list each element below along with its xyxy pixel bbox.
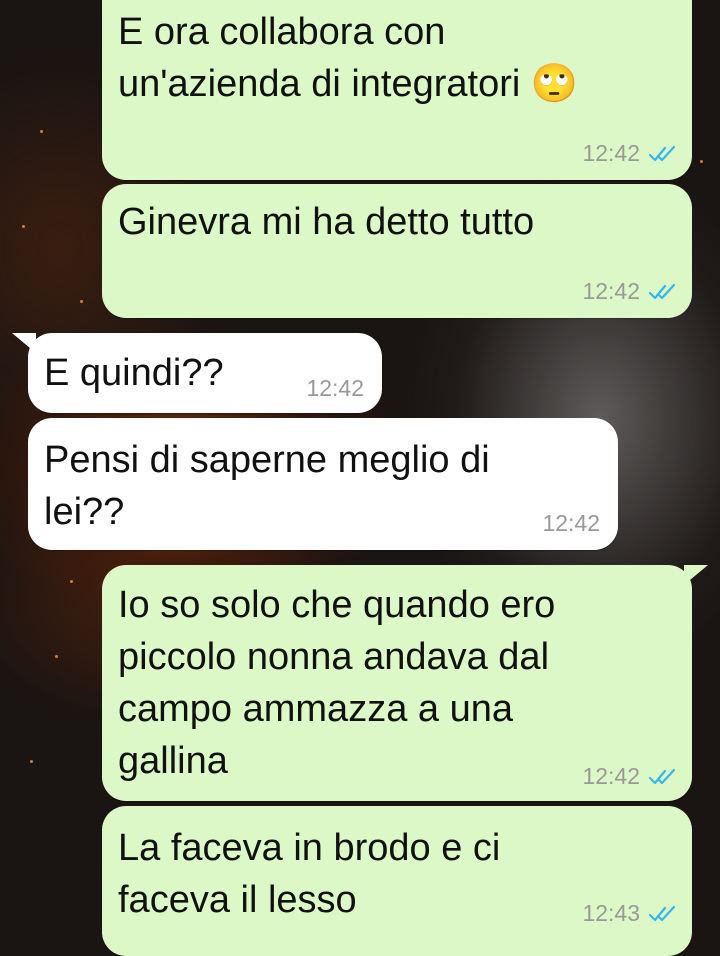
ember-decoration [22,225,25,228]
message-bubble-incoming[interactable]: Pensi di saperne meglio di lei?? 12:42 [28,418,618,550]
ember-decoration [30,760,33,763]
double-check-icon [648,283,676,299]
ember-decoration [55,655,58,658]
ember-decoration [700,160,703,163]
message-text: E quindi?? [44,352,224,394]
message-bubble-outgoing[interactable]: Ginevra mi ha detto tutto 12:42 [102,184,692,318]
message-text: Pensi di saperne meglio di lei?? [44,439,490,533]
message-bubble-incoming[interactable]: E quindi?? 12:42 [28,333,382,413]
message-text: La faceva in brodo e ci faceva il lesso [118,827,501,921]
message-meta: 12:42 [542,510,600,537]
ember-decoration [80,300,83,303]
double-check-icon [648,145,676,161]
message-meta: 12:43 [582,900,678,927]
message-time: 12:42 [582,140,640,166]
message-meta: 12:42 [582,140,678,167]
message-time: 12:42 [582,278,640,304]
message-text: E ora collabora con un'azienda di integr… [118,11,579,105]
message-time: 12:42 [542,510,600,536]
message-time: 12:42 [306,375,364,401]
message-meta: 12:42 [306,375,364,402]
double-check-icon [648,768,676,784]
message-text: Io so solo che quando ero piccolo nonna … [118,584,556,782]
message-bubble-outgoing[interactable]: Io so solo che quando ero piccolo nonna … [102,565,692,801]
message-text: Ginevra mi ha detto tutto [118,201,535,243]
ember-decoration [70,580,73,583]
ember-decoration [40,130,43,133]
message-bubble-outgoing[interactable]: E ora collabora con un'azienda di integr… [102,0,692,180]
message-bubble-outgoing[interactable]: La faceva in brodo e ci faceva il lesso … [102,806,692,956]
message-meta: 12:42 [582,278,678,305]
double-check-icon [648,905,676,921]
message-time: 12:43 [582,900,640,926]
message-meta: 12:42 [582,763,678,790]
message-time: 12:42 [582,763,640,789]
